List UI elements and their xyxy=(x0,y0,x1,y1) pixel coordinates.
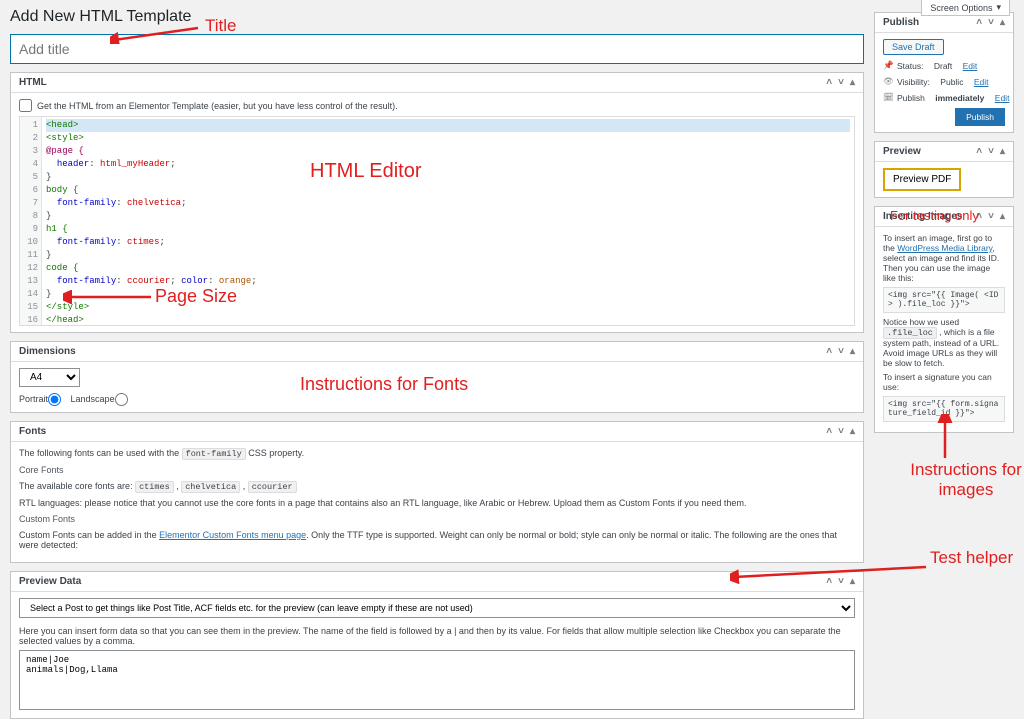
media-library-link[interactable]: WordPress Media Library xyxy=(897,243,992,253)
landscape-radio[interactable] xyxy=(115,393,128,406)
preview-data-textarea[interactable]: name|Joe animals|Dog,Llama xyxy=(19,650,855,710)
publish-panel: Publish ˄˅▴ Save Draft 📌Status: Draft Ed… xyxy=(874,12,1014,133)
chevron-down-icon: ▾ xyxy=(996,2,1001,13)
chevron-down-icon[interactable]: ˅ xyxy=(838,576,844,587)
images-title: Inserting Images xyxy=(883,211,962,222)
publish-edit-link[interactable]: Edit xyxy=(995,93,1010,103)
calendar-icon: 🗓 xyxy=(883,92,893,103)
custom-fonts-heading: Custom Fonts xyxy=(19,514,855,524)
fonts-panel: Fonts ˄˅▴ The following fonts can be use… xyxy=(10,421,864,563)
preview-side-panel: Preview ˄ ˅ ▴ Preview PDF xyxy=(874,141,1014,198)
save-draft-button[interactable]: Save Draft xyxy=(883,39,944,55)
dimensions-panel: Dimensions ˄ ˅ ▴ A4 Portrait Landscape xyxy=(10,341,864,413)
portrait-radio[interactable] xyxy=(48,393,61,406)
chevron-down-icon[interactable]: ˅ xyxy=(838,346,844,357)
eye-icon: 👁 xyxy=(883,76,893,87)
screen-options-label: Screen Options xyxy=(930,3,992,13)
chevron-up-icon[interactable]: ˄ xyxy=(826,77,832,88)
chevron-up-icon[interactable]: ▴ xyxy=(1000,17,1005,28)
elementor-checkbox-label: Get the HTML from an Elementor Template … xyxy=(37,101,398,111)
chevron-up-icon[interactable]: ▴ xyxy=(1000,211,1005,222)
dimensions-title: Dimensions xyxy=(19,346,76,357)
chevron-down-icon[interactable]: ˅ xyxy=(988,211,994,222)
html-editor[interactable]: 12345678910111213141516 <head> <style> @… xyxy=(19,116,855,326)
portrait-radio-label[interactable]: Portrait xyxy=(19,394,63,404)
visibility-edit-link[interactable]: Edit xyxy=(974,77,989,87)
chevron-down-icon[interactable]: ˅ xyxy=(838,426,844,437)
preview-pdf-button[interactable]: Preview PDF xyxy=(883,168,961,191)
html-panel: HTML ˄ ˅ ▴ Get the HTML from an Elementor … xyxy=(10,72,864,333)
landscape-radio-label[interactable]: Landscape xyxy=(71,394,130,404)
elementor-fonts-link[interactable]: Elementor Custom Fonts menu page xyxy=(159,530,306,540)
title-input[interactable] xyxy=(10,34,864,64)
chevron-up-icon[interactable]: ▴ xyxy=(850,426,855,437)
publish-title: Publish xyxy=(883,17,919,28)
chevron-down-icon[interactable]: ˅ xyxy=(988,146,994,157)
html-panel-title: HTML xyxy=(19,77,47,88)
chevron-up-icon[interactable]: ˄ xyxy=(826,576,832,587)
chevron-up-icon[interactable]: ˄ xyxy=(976,17,982,28)
chevron-up-icon[interactable]: ▴ xyxy=(850,77,855,88)
chevron-up-icon[interactable]: ˄ xyxy=(976,211,982,222)
image-code-example: <img src="{{ Image( <ID> ).file_loc }}"> xyxy=(883,287,1005,313)
elementor-checkbox[interactable] xyxy=(19,99,32,112)
images-panel: Inserting Images ˄˅▴ To insert an image,… xyxy=(874,206,1014,433)
preview-post-select[interactable]: Select a Post to get things like Post Ti… xyxy=(19,598,855,618)
chevron-up-icon[interactable]: ˄ xyxy=(826,426,832,437)
preview-data-help: Here you can insert form data so that yo… xyxy=(19,626,855,646)
chevron-up-icon[interactable]: ▴ xyxy=(850,576,855,587)
chevron-up-icon[interactable]: ▴ xyxy=(1000,146,1005,157)
preview-side-title: Preview xyxy=(883,146,921,157)
publish-button[interactable]: Publish xyxy=(955,108,1005,126)
page-size-select[interactable]: A4 xyxy=(19,368,80,387)
signature-code-example: <img src="{{ form.signature_field_id }}"… xyxy=(883,396,1005,422)
screen-options-tab[interactable]: Screen Options ▾ xyxy=(921,0,1010,16)
chevron-up-icon[interactable]: ˄ xyxy=(826,346,832,357)
preview-data-panel: Preview Data ˄ ˅ ▴ Select a Post to get th… xyxy=(10,571,864,719)
chevron-down-icon[interactable]: ˅ xyxy=(838,77,844,88)
chevron-up-icon[interactable]: ˄ xyxy=(976,146,982,157)
status-edit-link[interactable]: Edit xyxy=(963,61,978,71)
chevron-down-icon[interactable]: ˅ xyxy=(988,17,994,28)
editor-gutter: 12345678910111213141516 xyxy=(20,117,42,325)
chevron-up-icon[interactable]: ▴ xyxy=(850,346,855,357)
preview-data-title: Preview Data xyxy=(19,576,81,587)
core-fonts-heading: Core Fonts xyxy=(19,465,855,475)
page-title: Add New HTML Template xyxy=(10,8,864,26)
fonts-title: Fonts xyxy=(19,426,46,437)
pin-icon: 📌 xyxy=(883,60,893,71)
